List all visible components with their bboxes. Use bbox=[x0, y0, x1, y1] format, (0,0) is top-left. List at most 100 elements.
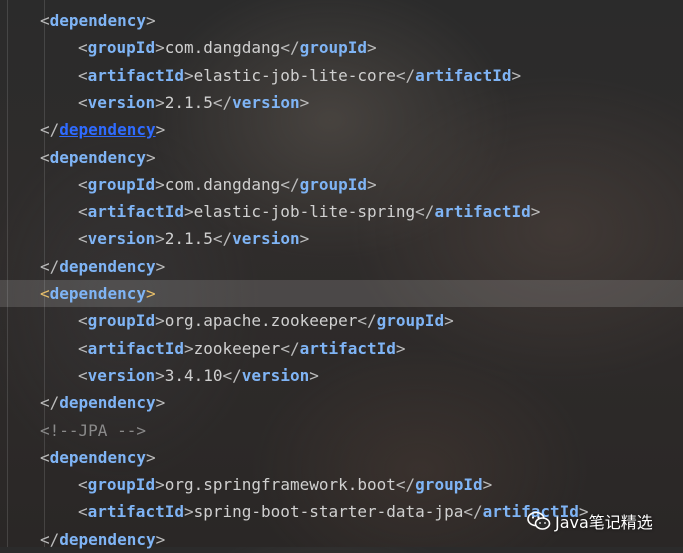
xml-text-value: elastic-job-lite-spring bbox=[193, 202, 416, 222]
angle-bracket: </ bbox=[280, 38, 300, 58]
angle-bracket: > bbox=[155, 229, 165, 249]
angle-bracket: > bbox=[183, 502, 194, 522]
angle-bracket: > bbox=[155, 120, 166, 140]
code-editor[interactable]: <dependency> <groupId>com.dangdang</group… bbox=[0, 0, 683, 549]
angle-bracket: > bbox=[299, 92, 310, 112]
angle-bracket: </ bbox=[357, 311, 377, 331]
angle-bracket: < bbox=[78, 174, 88, 194]
angle-bracket: > bbox=[155, 92, 165, 112]
angle-bracket: </ bbox=[395, 65, 416, 85]
xml-comment: <!--JPA --> bbox=[40, 420, 146, 440]
angle-bracket: > bbox=[145, 11, 156, 30]
xml-tag-name: artifactId bbox=[87, 65, 184, 85]
angle-bracket: > bbox=[155, 311, 165, 331]
xml-text-value: com.dangdang bbox=[164, 174, 281, 194]
code-line[interactable]: </dependency> bbox=[0, 253, 683, 280]
xml-tag-name: version bbox=[232, 229, 300, 249]
code-line[interactable]: <groupId>org.apache.zookeeper</groupId> bbox=[0, 307, 683, 334]
code-line[interactable]: </dependency> bbox=[0, 116, 683, 143]
angle-bracket: < bbox=[40, 447, 50, 467]
xml-text-value: com.dangdang bbox=[164, 38, 281, 58]
xml-tag-name: dependency bbox=[49, 447, 146, 467]
code-line[interactable]: <groupId>com.dangdang</groupId> bbox=[0, 34, 683, 61]
xml-tag-name: groupId bbox=[376, 311, 445, 331]
code-line[interactable]: <version>2.1.5</version> bbox=[0, 89, 683, 116]
watermark-text: Java笔记精选 bbox=[555, 513, 653, 532]
angle-bracket: < bbox=[40, 147, 50, 167]
code-line[interactable]: <groupId>org.springframework.boot</group… bbox=[0, 471, 683, 498]
code-line[interactable]: <dependency> bbox=[0, 280, 683, 307]
code-line[interactable]: <artifactId>zookeeper</artifactId> bbox=[0, 335, 683, 362]
angle-bracket: </ bbox=[463, 502, 483, 522]
angle-bracket: > bbox=[183, 202, 194, 222]
angle-bracket: > bbox=[155, 256, 166, 276]
angle-bracket: > bbox=[183, 338, 194, 358]
code-line[interactable]: <version>3.4.10</version> bbox=[0, 362, 683, 389]
code-line[interactable]: <!--JPA --> bbox=[0, 417, 683, 444]
angle-bracket: > bbox=[145, 447, 156, 467]
angle-bracket: < bbox=[78, 229, 88, 249]
xml-text-value: 2.1.5 bbox=[164, 229, 213, 249]
angle-bracket: </ bbox=[212, 229, 233, 249]
code-line[interactable]: <version>2.1.5</version> bbox=[0, 225, 683, 252]
xml-tag-name: artifactId bbox=[87, 202, 184, 222]
angle-bracket: > bbox=[395, 338, 406, 358]
angle-bracket: > bbox=[145, 147, 156, 167]
xml-tag-name: dependency bbox=[49, 11, 146, 30]
xml-tag-name: groupId bbox=[299, 38, 368, 58]
xml-tag-name: version bbox=[241, 365, 310, 385]
xml-text-value: org.apache.zookeeper bbox=[164, 311, 358, 331]
xml-tag-name: dependency bbox=[49, 284, 146, 303]
xml-tag-name: groupId bbox=[415, 475, 483, 495]
angle-bracket: </ bbox=[40, 529, 60, 549]
code-line[interactable]: <groupId>com.dangdang</groupId> bbox=[0, 171, 683, 198]
angle-bracket: < bbox=[78, 202, 88, 222]
xml-text-value: spring-boot-starter-data-jpa bbox=[193, 502, 464, 522]
watermark: Java笔记精选 bbox=[527, 508, 653, 534]
xml-tag-name: groupId bbox=[87, 475, 156, 495]
angle-bracket: </ bbox=[280, 174, 300, 194]
code-line[interactable]: </dependency> bbox=[0, 389, 683, 416]
angle-bracket: </ bbox=[280, 338, 300, 358]
angle-bracket: > bbox=[367, 174, 377, 194]
xml-tag-name: groupId bbox=[87, 38, 156, 58]
angle-bracket: > bbox=[155, 393, 166, 413]
xml-tag-name: artifactId bbox=[434, 202, 531, 222]
angle-bracket: < bbox=[40, 284, 50, 303]
xml-tag-name: artifactId bbox=[299, 338, 396, 358]
xml-tag-name[interactable]: dependency bbox=[59, 120, 155, 139]
code-line[interactable]: <dependency> bbox=[0, 7, 683, 34]
angle-bracket: < bbox=[78, 365, 88, 385]
xml-tag-name: dependency bbox=[59, 393, 156, 413]
angle-bracket: > bbox=[444, 311, 454, 331]
angle-bracket: > bbox=[482, 475, 493, 495]
angle-bracket: > bbox=[145, 284, 156, 303]
xml-tag-name: artifactId bbox=[87, 502, 184, 522]
angle-bracket: > bbox=[155, 365, 165, 385]
angle-bracket: > bbox=[299, 229, 310, 249]
xml-text-value: 2.1.5 bbox=[164, 92, 213, 112]
xml-tag-name: groupId bbox=[299, 174, 368, 194]
angle-bracket: > bbox=[155, 529, 166, 549]
angle-bracket: > bbox=[309, 365, 319, 385]
code-line[interactable]: <dependency> bbox=[0, 144, 683, 171]
angle-bracket: > bbox=[367, 38, 377, 58]
angle-bracket: </ bbox=[222, 365, 242, 385]
angle-bracket: </ bbox=[415, 202, 435, 222]
xml-tag-name: groupId bbox=[87, 174, 156, 194]
angle-bracket: > bbox=[155, 38, 165, 58]
angle-bracket: </ bbox=[40, 120, 60, 140]
angle-bracket: </ bbox=[40, 393, 60, 413]
xml-tag-name: version bbox=[87, 365, 156, 385]
xml-tag-name: version bbox=[87, 229, 156, 249]
angle-bracket: < bbox=[78, 475, 88, 495]
angle-bracket: </ bbox=[212, 92, 233, 112]
angle-bracket: > bbox=[155, 174, 165, 194]
xml-text-value: org.springframework.boot bbox=[164, 475, 396, 495]
xml-tag-name: artifactId bbox=[87, 338, 184, 358]
code-line[interactable]: <artifactId>elastic-job-lite-spring</art… bbox=[0, 198, 683, 225]
xml-tag-name: artifactId bbox=[415, 65, 512, 85]
angle-bracket: > bbox=[530, 202, 541, 222]
code-line[interactable]: <artifactId>elastic-job-lite-core</artif… bbox=[0, 62, 683, 89]
code-line[interactable]: <dependency> bbox=[0, 444, 683, 471]
